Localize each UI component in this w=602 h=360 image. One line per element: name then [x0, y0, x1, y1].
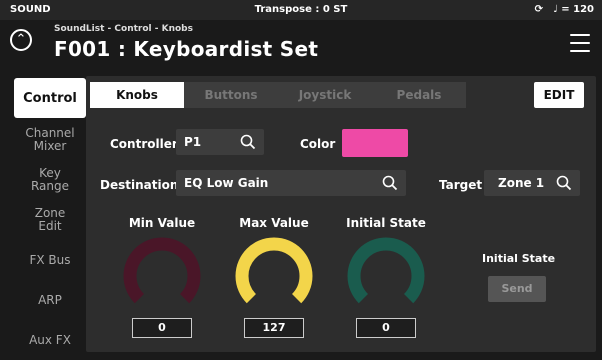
sidebar-item-fx-bus[interactable]: FX Bus	[14, 240, 86, 280]
destination-field[interactable]: EQ Low Gain	[176, 170, 406, 196]
initial-state-knob-label: Initial State	[346, 216, 426, 230]
clock-icon: ⟳	[534, 4, 544, 15]
tempo-value: ♩ = 120	[553, 4, 594, 15]
max-value-field[interactable]: 127	[244, 318, 304, 338]
initial-state-field[interactable]: 0	[356, 318, 416, 338]
initial-state-label: Initial State	[482, 252, 556, 265]
page-header: ⌃ SoundList - Control - Knobs F001 : Key…	[0, 20, 602, 66]
target-label: Target	[439, 178, 483, 192]
min-value-field[interactable]: 0	[132, 318, 192, 338]
max-value-label: Max Value	[239, 216, 309, 230]
hamburger-menu-icon[interactable]	[570, 34, 590, 52]
target-value: Zone 1	[498, 176, 545, 190]
controller-field[interactable]: P1	[176, 129, 264, 155]
controller-value: P1	[184, 135, 202, 149]
send-button[interactable]: Send	[488, 276, 546, 302]
breadcrumb: SoundList - Control - Knobs	[54, 24, 193, 34]
controller-label: Controller	[110, 137, 178, 151]
color-swatch[interactable]	[342, 129, 408, 157]
sidebar-item-key-range[interactable]: Key Range	[14, 160, 86, 200]
search-icon	[382, 175, 398, 191]
tab-buttons[interactable]: Buttons	[184, 82, 278, 108]
min-value-label: Min Value	[128, 216, 196, 230]
sidebar-item-control[interactable]: Control	[14, 78, 86, 118]
search-icon	[240, 134, 256, 150]
min-value-knob[interactable]	[122, 236, 202, 316]
tab-bar: Knobs Buttons Joystick Pedals	[90, 82, 466, 108]
up-arrow-icon[interactable]: ⌃	[10, 29, 32, 51]
destination-value: EQ Low Gain	[184, 176, 269, 190]
tab-joystick[interactable]: Joystick	[278, 82, 372, 108]
sidebar-item-arp[interactable]: ARP	[14, 280, 86, 320]
tab-knobs[interactable]: Knobs	[90, 82, 184, 108]
tab-pedals[interactable]: Pedals	[372, 82, 466, 108]
sidebar-item-zone-edit[interactable]: Zone Edit	[14, 200, 86, 240]
color-label: Color	[300, 137, 336, 151]
sidebar: Control Channel Mixer Key Range Zone Edi…	[14, 78, 86, 360]
max-value-knob[interactable]	[234, 236, 314, 316]
transpose-status: Transpose : 0 ST	[254, 4, 348, 15]
page-title: F001 : Keyboardist Set	[54, 37, 319, 61]
sidebar-item-channel-mixer[interactable]: Channel Mixer	[14, 120, 86, 160]
edit-button[interactable]: EDIT	[534, 82, 584, 108]
status-bar: SOUND Transpose : 0 ST ⟳ ♩ = 120	[0, 0, 602, 20]
tempo-status: ⟳ ♩ = 120	[535, 4, 594, 15]
destination-label: Destination	[100, 178, 179, 192]
main-panel: Knobs Buttons Joystick Pedals EDIT Contr…	[86, 76, 596, 352]
target-field[interactable]: Zone 1	[484, 170, 580, 196]
sidebar-item-aux-fx[interactable]: Aux FX	[14, 320, 86, 360]
initial-state-knob[interactable]	[346, 236, 426, 316]
search-icon	[556, 175, 572, 191]
